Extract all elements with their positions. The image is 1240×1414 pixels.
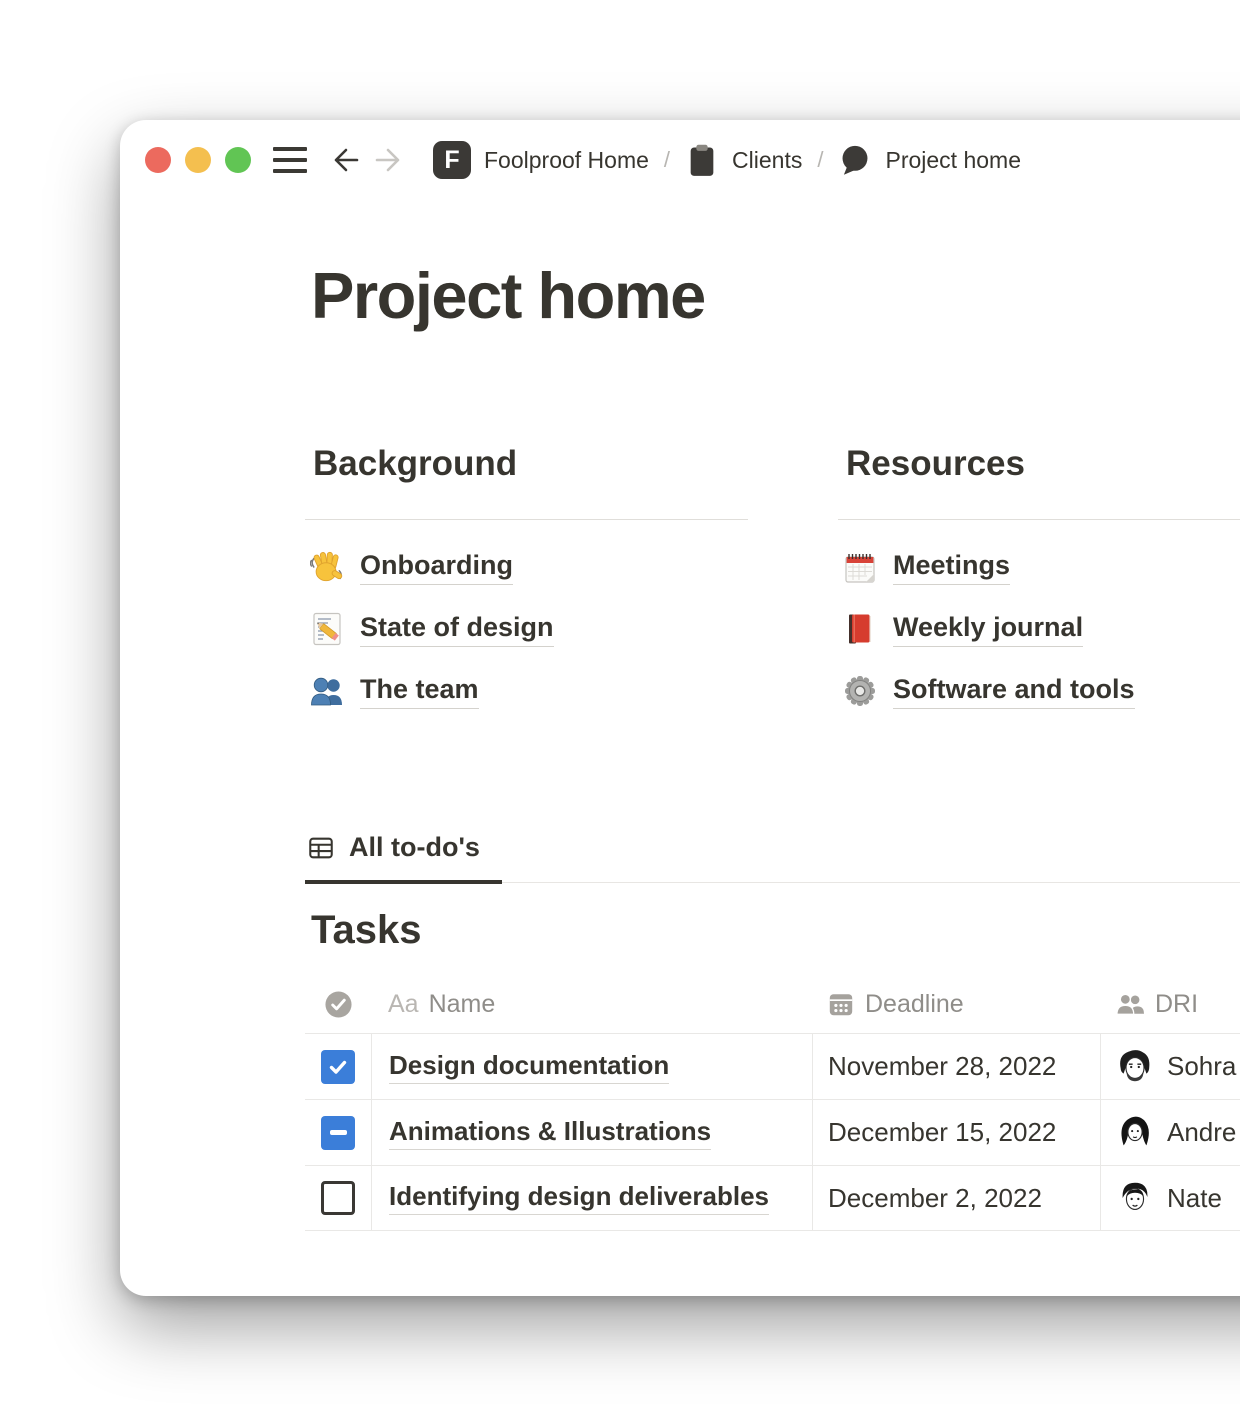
- table-row: Identifying design deliverables December…: [305, 1165, 1240, 1231]
- column-header-label: Deadline: [865, 990, 964, 1019]
- avatar-sohra: [1116, 1048, 1154, 1086]
- section-title: Background: [305, 442, 748, 486]
- breadcrumb-separator: /: [817, 147, 823, 173]
- breadcrumb-item-foolproof-home[interactable]: F Foolproof Home: [433, 141, 649, 179]
- title-bar: F Foolproof Home / Clients / Project hom…: [120, 120, 1240, 200]
- avatar-andre: [1116, 1114, 1154, 1152]
- forward-arrow-icon[interactable]: [373, 144, 405, 176]
- task-deadline[interactable]: November 28, 2022: [828, 1051, 1056, 1082]
- task-dri[interactable]: Nate: [1116, 1179, 1222, 1217]
- tab-all-todos[interactable]: All to-do's: [305, 832, 502, 884]
- text-property-icon: Aa: [388, 990, 419, 1019]
- task-name-link[interactable]: Animations & Illustrations: [389, 1116, 711, 1150]
- page-link-label: Onboarding: [360, 550, 513, 585]
- clipboard-icon: [685, 143, 719, 177]
- page-link-software-and-tools[interactable]: Software and tools: [838, 660, 1240, 722]
- avatar-nate: [1116, 1179, 1154, 1217]
- people-icon: [1115, 990, 1145, 1018]
- tasks-table: Aa Name Deadline: [305, 975, 1240, 1231]
- check-circle-icon: [324, 990, 353, 1019]
- task-dri-name: Sohra: [1167, 1051, 1236, 1082]
- section-resources: Resources Meetings: [838, 442, 1240, 722]
- column-header-deadline[interactable]: Deadline: [812, 990, 1100, 1019]
- page-link-onboarding[interactable]: Onboarding: [305, 536, 748, 598]
- checkbox-unchecked[interactable]: [321, 1181, 355, 1215]
- back-arrow-icon[interactable]: [329, 144, 361, 176]
- column-header-name[interactable]: Aa Name: [371, 990, 812, 1019]
- page-link-meetings[interactable]: Meetings: [838, 536, 1240, 598]
- traffic-lights: [145, 147, 251, 173]
- task-deadline[interactable]: December 2, 2022: [828, 1183, 1042, 1214]
- foolproof-logo-icon: F: [433, 141, 471, 179]
- calendar-icon: [827, 990, 855, 1018]
- breadcrumb-label: Clients: [732, 147, 802, 174]
- zoom-window-button[interactable]: [225, 147, 251, 173]
- wave-icon: [310, 550, 344, 584]
- breadcrumb-item-clients[interactable]: Clients: [685, 143, 802, 177]
- divider: [838, 519, 1240, 520]
- checkbox-indeterminate[interactable]: [321, 1116, 355, 1150]
- page-link-label: Weekly journal: [893, 612, 1083, 647]
- sidebar-menu-icon[interactable]: [273, 147, 307, 173]
- breadcrumb: F Foolproof Home / Clients / Project hom…: [433, 141, 1021, 179]
- minimize-window-button[interactable]: [185, 147, 211, 173]
- divider: [305, 519, 748, 520]
- view-tabs: All to-do's: [305, 832, 1240, 883]
- speech-bubble-icon: [838, 143, 872, 177]
- task-name-link[interactable]: Identifying design deliverables: [389, 1181, 769, 1215]
- column-header-label: Name: [429, 990, 496, 1019]
- gear-icon: [843, 674, 877, 708]
- spiral-calendar-icon: [843, 550, 877, 584]
- column-header-label: DRI: [1155, 990, 1198, 1019]
- task-deadline[interactable]: December 15, 2022: [828, 1117, 1056, 1148]
- section-background: Background Onboarding: [305, 442, 748, 722]
- task-dri-name: Andre: [1167, 1117, 1236, 1148]
- page-title: Project home: [311, 258, 705, 333]
- checkbox-checked[interactable]: [321, 1050, 355, 1084]
- table-header-row: Aa Name Deadline: [305, 975, 1240, 1033]
- page-link-label: Software and tools: [893, 674, 1135, 709]
- breadcrumb-label: Project home: [885, 147, 1021, 174]
- breadcrumb-item-project-home[interactable]: Project home: [838, 143, 1021, 177]
- page-link-the-team[interactable]: The team: [305, 660, 748, 722]
- task-dri-name: Nate: [1167, 1183, 1222, 1214]
- close-window-button[interactable]: [145, 147, 171, 173]
- red-book-icon: [843, 612, 877, 646]
- task-dri[interactable]: Sohra: [1116, 1048, 1236, 1086]
- app-window: F Foolproof Home / Clients / Project hom…: [120, 120, 1240, 1296]
- tab-label: All to-do's: [349, 832, 480, 863]
- table-row: Design documentation November 28, 2022 S…: [305, 1033, 1240, 1099]
- column-header-dri[interactable]: DRI: [1100, 990, 1240, 1019]
- column-header-checkbox[interactable]: [305, 990, 371, 1019]
- breadcrumb-separator: /: [664, 147, 670, 173]
- memo-icon: [310, 612, 344, 646]
- table-view-icon: [307, 834, 335, 862]
- page-link-label: Meetings: [893, 550, 1010, 585]
- section-title: Resources: [838, 442, 1240, 486]
- task-name-link[interactable]: Design documentation: [389, 1050, 669, 1084]
- page-link-label: The team: [360, 674, 479, 709]
- page-link-label: State of design: [360, 612, 554, 647]
- busts-icon: [310, 674, 344, 708]
- page-link-state-of-design[interactable]: State of design: [305, 598, 748, 660]
- page-link-weekly-journal[interactable]: Weekly journal: [838, 598, 1240, 660]
- task-dri[interactable]: Andre: [1116, 1114, 1236, 1152]
- breadcrumb-label: Foolproof Home: [484, 147, 649, 174]
- tasks-title: Tasks: [311, 908, 421, 953]
- table-row: Animations & Illustrations December 15, …: [305, 1099, 1240, 1165]
